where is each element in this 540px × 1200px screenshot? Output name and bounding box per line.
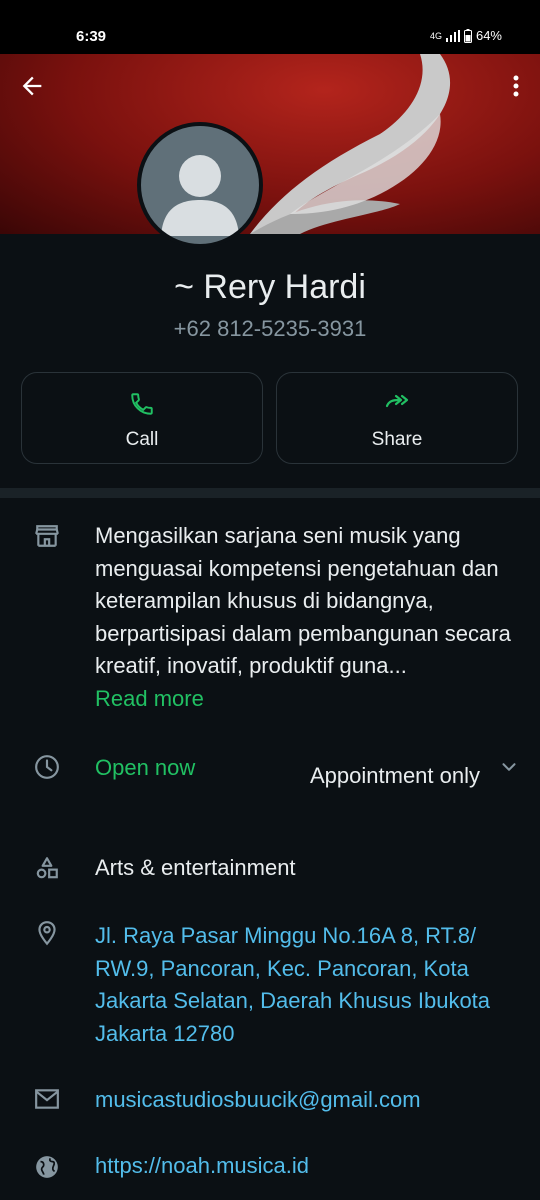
- more-vert-icon: [513, 75, 519, 97]
- signal-icon: [445, 29, 460, 42]
- read-more-link[interactable]: Read more: [95, 686, 204, 712]
- business-address[interactable]: Jl. Raya Pasar Minggu No.16A 8, RT.8/ RW…: [95, 920, 535, 1050]
- share-forward-icon: [385, 394, 409, 408]
- share-label: Share: [371, 429, 423, 450]
- hours-expand-button[interactable]: [498, 756, 520, 783]
- phone-icon: [131, 393, 153, 415]
- battery-icon: [463, 28, 472, 43]
- status-bar: 6:39 4G 64%: [0, 0, 540, 54]
- battery-level: 64%: [475, 28, 502, 43]
- call-label: Call: [125, 429, 159, 450]
- arrow-back-icon: [22, 76, 42, 96]
- avatar[interactable]: [137, 122, 263, 248]
- hours-status: Open now: [95, 755, 196, 780]
- share-button[interactable]: Share: [276, 372, 518, 464]
- back-button[interactable]: [18, 72, 46, 105]
- section-divider: [0, 488, 540, 498]
- clock-icon: [34, 754, 60, 785]
- wing-graphic-icon: [250, 54, 451, 234]
- globe-icon: [34, 1154, 60, 1185]
- chevron-down-icon: [502, 763, 516, 771]
- mail-icon: [34, 1088, 60, 1115]
- business-email[interactable]: musicastudiosbuucik@gmail.com: [95, 1087, 421, 1113]
- hours-detail: Appointment only: [310, 763, 480, 788]
- shapes-icon: [34, 855, 60, 886]
- default-person-icon: [161, 155, 239, 236]
- more-options-button[interactable]: [510, 72, 522, 105]
- location-pin-icon: [34, 920, 60, 953]
- contact-phone: +62 812-5235-3931: [173, 316, 367, 341]
- store-icon: [34, 524, 60, 553]
- status-indicators: 4G 64%: [430, 28, 502, 43]
- business-category: Arts & entertainment: [95, 855, 296, 880]
- contact-name: ~ Rery Hardi: [174, 268, 366, 306]
- call-button[interactable]: Call: [21, 372, 263, 464]
- business-website[interactable]: https://noah.musica.id: [95, 1153, 309, 1179]
- network-label: 4G: [429, 30, 442, 41]
- business-description: Mengasilkan sarjana seni musik yang meng…: [95, 523, 511, 678]
- cover-image: [0, 54, 540, 234]
- status-time: 6:39: [76, 28, 107, 45]
